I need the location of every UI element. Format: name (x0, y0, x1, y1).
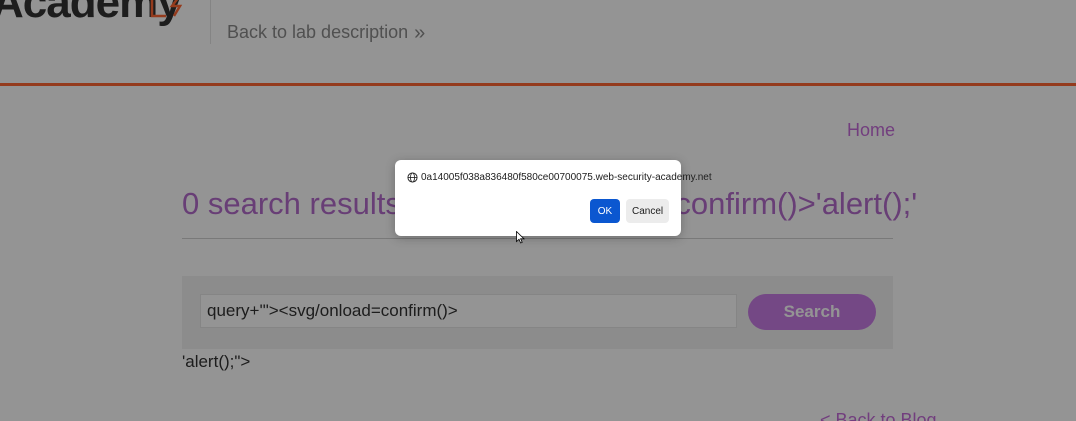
ok-button[interactable]: OK (590, 199, 620, 223)
dialog-origin-text: 0a14005f038a836480f580ce00700075.web-sec… (421, 172, 712, 183)
confirm-dialog: 0a14005f038a836480f580ce00700075.web-sec… (395, 160, 712, 236)
globe-icon (407, 172, 418, 183)
mouse-cursor-icon (516, 231, 525, 244)
cancel-button[interactable]: Cancel (626, 199, 669, 223)
page: Academy Back to lab description» Home 0 … (0, 0, 1076, 421)
dialog-origin: 0a14005f038a836480f580ce00700075.web-sec… (407, 172, 712, 183)
